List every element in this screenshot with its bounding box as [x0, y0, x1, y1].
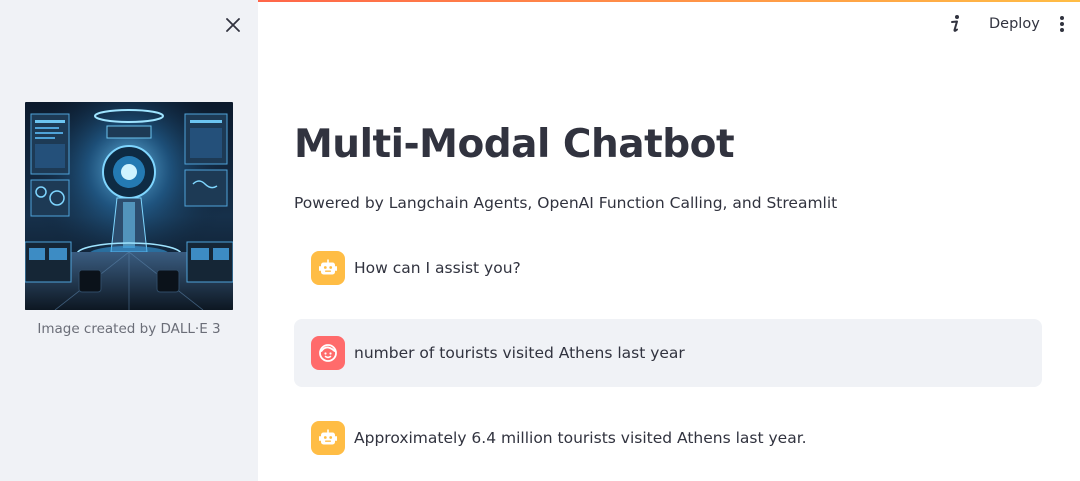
user-avatar [311, 336, 345, 370]
message-text: number of tourists visited Athens last y… [354, 344, 685, 362]
face-icon [319, 344, 337, 362]
sidebar: Image created by DALL·E 3 [0, 0, 258, 481]
message-text: Approximately 6.4 million tourists visit… [354, 429, 807, 447]
chat-message-user: number of tourists visited Athens last y… [294, 319, 1042, 387]
close-sidebar-button[interactable] [222, 14, 244, 36]
sidebar-image [25, 102, 233, 310]
image-caption: Image created by DALL·E 3 [37, 321, 221, 337]
main-menu-button[interactable] [1054, 13, 1070, 35]
assistant-avatar [311, 421, 345, 455]
info-button[interactable] [946, 13, 964, 35]
info-icon [951, 15, 959, 32]
robot-icon [319, 429, 337, 445]
page-title: Multi-Modal Chatbot [294, 122, 735, 167]
message-text: How can I assist you? [354, 259, 521, 277]
robot-icon [319, 259, 337, 275]
chat-message-assistant: How can I assist you? [294, 234, 1042, 302]
chat-message-assistant: Approximately 6.4 million tourists visit… [294, 404, 1042, 472]
page-subtitle: Powered by Langchain Agents, OpenAI Func… [294, 194, 838, 212]
assistant-avatar [311, 251, 345, 285]
more-vertical-icon [1060, 16, 1064, 32]
close-icon [226, 18, 240, 32]
deploy-button[interactable]: Deploy [982, 12, 1047, 36]
